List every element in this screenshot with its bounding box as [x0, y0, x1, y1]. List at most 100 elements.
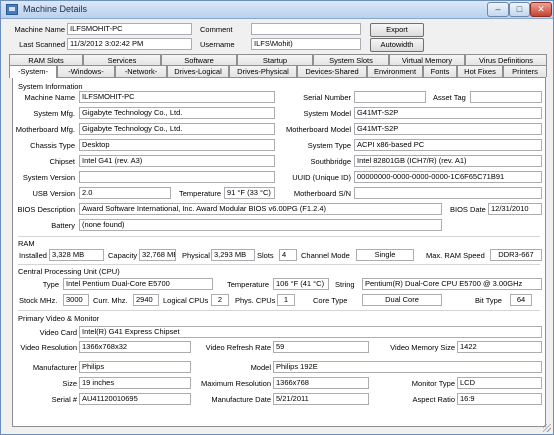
ram-installed-label: Installed [19, 251, 47, 260]
section-divider [18, 236, 540, 237]
tab-fonts[interactable]: Fonts [423, 65, 457, 77]
last-scanned-label: Last Scanned [19, 40, 65, 49]
tab-windows[interactable]: -Windows- [57, 65, 115, 77]
tab-system[interactable]: -System- [9, 65, 57, 78]
bit-type-field[interactable]: 64 [510, 294, 532, 306]
system-info-heading: System Information [18, 82, 83, 91]
system-temperature-field[interactable]: 91 °F (33 °C) [224, 187, 275, 199]
tab-environment[interactable]: Environment [367, 65, 423, 77]
manufacture-date-label: Manufacture Date [211, 395, 271, 404]
tab-drives-logical[interactable]: Drives-Logical [167, 65, 229, 77]
ram-installed-field[interactable]: 3,328 MB [49, 249, 104, 261]
tab-hot-fixes[interactable]: Hot Fixes [457, 65, 503, 77]
bios-date-label: BIOS Date [450, 205, 486, 214]
bios-description-label: BIOS Description [17, 205, 75, 214]
aspect-ratio-field[interactable]: 16:9 [457, 393, 542, 405]
logical-cpus-field[interactable]: 2 [211, 294, 229, 306]
system-model-label: System Model [303, 109, 351, 118]
video-card-field[interactable]: Intel(R) G41 Express Chipset [79, 326, 542, 338]
curr-mhz-field[interactable]: 2940 [133, 294, 159, 306]
ram-physical-field[interactable]: 3,293 MB [211, 249, 255, 261]
monitor-model-field[interactable]: Philips 192E [273, 361, 542, 373]
serial-number-video-field[interactable]: AU41120010695 [79, 393, 191, 405]
chipset-field[interactable]: Intel G41 (rev. A3) [79, 155, 275, 167]
chassis-type-field[interactable]: Desktop [79, 139, 275, 151]
monitor-type-field[interactable]: LCD [457, 377, 542, 389]
monitor-size-field[interactable]: 19 inches [79, 377, 191, 389]
motherboard-model-label: Motherboard Model [285, 125, 351, 134]
channel-mode-field[interactable]: Single [356, 249, 414, 261]
autowidth-button[interactable]: Autowidth [370, 38, 424, 52]
tab-network[interactable]: -Network- [115, 65, 167, 77]
last-scanned-field[interactable]: 11/3/2012 3:02:42 PM [67, 38, 192, 50]
phys-cpus-label: Phys. CPUs [235, 296, 276, 305]
usb-version-label: USB Version [32, 189, 75, 198]
southbridge-field[interactable]: Intel 82801GB (ICH7/R) (rev. A1) [354, 155, 542, 167]
stock-mhz-field[interactable]: 3000 [63, 294, 89, 306]
asset-tag-label: Asset Tag [433, 93, 466, 102]
tab-devices-shared[interactable]: Devices-Shared [297, 65, 367, 77]
motherboard-sn-field[interactable] [354, 187, 542, 199]
system-model-field[interactable]: G41MT-S2P [354, 107, 542, 119]
core-type-field[interactable]: Dual Core [362, 294, 442, 306]
motherboard-mfg-field[interactable]: Gigabyte Technology Co., Ltd. [79, 123, 275, 135]
resize-grip-icon[interactable] [543, 424, 551, 432]
max-resolution-label: Maximum Resolution [200, 379, 271, 388]
channel-mode-label: Channel Mode [301, 251, 350, 260]
header-machine-name-field[interactable]: ILFSMOHIT-PC [67, 23, 192, 35]
comment-field[interactable] [251, 23, 361, 35]
phys-cpus-field[interactable]: 1 [277, 294, 295, 306]
cpu-type-field[interactable]: Intel Pentium Dual-Core E5700 [63, 278, 213, 290]
bios-description-field[interactable]: Award Software International, Inc. Award… [79, 203, 442, 215]
machine-name-label: Machine Name [14, 25, 65, 34]
monitor-model-label: Model [250, 363, 271, 372]
system-type-field[interactable]: ACPI x86-based PC [354, 139, 542, 151]
section-divider [18, 310, 540, 311]
serial-number-field[interactable] [354, 91, 426, 103]
uuid-field[interactable]: 00000000-0000-0000-0000-1C6F65C71B91 [354, 171, 542, 183]
video-card-label: Video Card [39, 328, 77, 337]
ram-capacity-field[interactable]: 32,768 MB [139, 249, 176, 261]
manufacturer-field[interactable]: Philips [79, 361, 191, 373]
sys-machine-name-label: Machine Name [24, 93, 75, 102]
manufacture-date-field[interactable]: 5/21/2011 [273, 393, 369, 405]
close-button[interactable]: ✕ [530, 2, 552, 17]
username-field[interactable]: ILFS\Mohit) [251, 38, 361, 50]
bios-date-field[interactable]: 12/31/2010 [488, 203, 542, 215]
video-memory-label: Video Memory Size [390, 343, 455, 352]
video-resolution-label: Video Resolution [20, 343, 77, 352]
username-label: Username [200, 40, 235, 49]
serial-number-label: Serial Number [303, 93, 351, 102]
title-bar[interactable]: Machine Details – □ ✕ [1, 1, 553, 19]
max-resolution-field[interactable]: 1366x768 [273, 377, 369, 389]
video-resolution-field[interactable]: 1366x768x32 [79, 341, 191, 353]
cpu-temperature-field[interactable]: 106 °F (41 °C) [273, 278, 329, 290]
cpu-temperature-label: Temperature [227, 280, 270, 289]
tab-drives-physical[interactable]: Drives-Physical [229, 65, 297, 77]
machine-details-window: Machine Details – □ ✕ Machine Name ILFSM… [0, 0, 554, 435]
ram-slots-field[interactable]: 4 [279, 249, 297, 261]
video-memory-field[interactable]: 1422 [457, 341, 542, 353]
ram-physical-label: Physical [182, 251, 210, 260]
max-ram-speed-field[interactable]: DDR3-667 [490, 249, 542, 261]
battery-field[interactable]: (none found) [79, 219, 442, 231]
max-ram-speed-label: Max. RAM Speed [426, 251, 485, 260]
system-version-field[interactable] [79, 171, 275, 183]
video-refresh-rate-field[interactable]: 59 [273, 341, 369, 353]
system-mfg-label: System Mfg. [33, 109, 75, 118]
cpu-string-field[interactable]: Pentium(R) Dual-Core CPU E5700 @ 3.00GHz [362, 278, 542, 290]
section-divider [18, 264, 540, 265]
export-button[interactable]: Export [370, 23, 424, 37]
system-mfg-field[interactable]: Gigabyte Technology Co., Ltd. [79, 107, 275, 119]
serial-number-video-label: Serial # [51, 395, 77, 404]
core-type-label: Core Type [313, 296, 348, 305]
sys-machine-name-field[interactable]: ILFSMOHIT-PC [79, 91, 275, 103]
maximize-button[interactable]: □ [509, 2, 530, 17]
usb-version-field[interactable]: 2.0 [79, 187, 171, 199]
asset-tag-field[interactable] [470, 91, 542, 103]
tab-row-bottom: -System- -Windows- -Network- Drives-Logi… [9, 65, 547, 78]
minimize-button[interactable]: – [487, 2, 509, 17]
tab-printers[interactable]: Printers [503, 65, 547, 77]
system-version-label: System Version [22, 173, 75, 182]
motherboard-model-field[interactable]: G41MT-S2P [354, 123, 542, 135]
